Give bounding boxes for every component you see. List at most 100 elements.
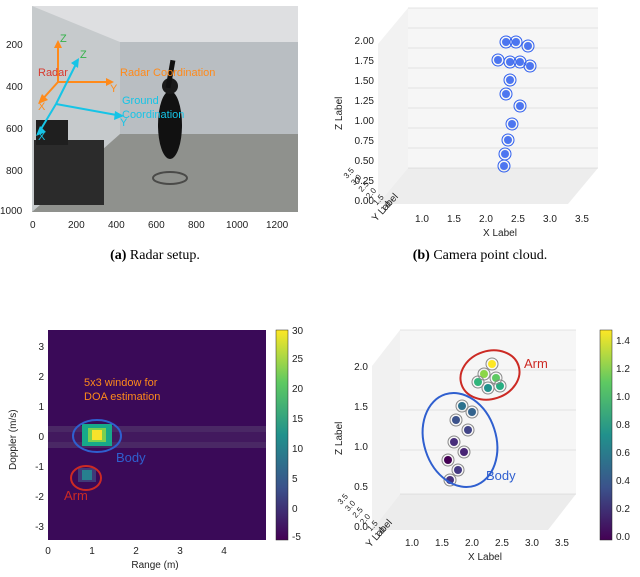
panel-a-yticks: 200 400 600 800 1000 (0, 40, 23, 217)
ann-window-1: 5x3 window for (84, 377, 158, 389)
panel-b: 0.00 0.25 0.50 0.75 1.00 1.25 1.50 1.75 … (330, 0, 630, 240)
svg-text:0.2: 0.2 (616, 504, 630, 515)
panel-d-cbar-ticks: 0.0 0.2 0.4 0.6 0.8 1.0 1.2 1.4 (616, 336, 630, 543)
panel-d-plot: Arm Body 0.0 0.5 1.0 1.5 2.0 Z Label 1.0… (330, 320, 640, 572)
svg-text:0.4: 0.4 (616, 476, 630, 487)
svg-text:4: 4 (221, 546, 227, 557)
svg-text:15: 15 (292, 414, 304, 425)
svg-text:-3: -3 (35, 522, 44, 533)
svg-text:0.6: 0.6 (616, 448, 630, 459)
panel-c-cbar-ticks: -5 0 5 10 15 20 25 30 (292, 326, 304, 543)
caption-a-text: Radar setup. (126, 248, 199, 263)
panel-b-zlabel: Z Label (334, 97, 345, 130)
svg-text:1.5: 1.5 (447, 214, 461, 225)
axis-z-orange: Z (60, 33, 67, 45)
panel-d-xticks: 1.0 1.5 2.0 2.5 3.0 3.5 (405, 538, 569, 549)
ann-body-d: Body (486, 468, 516, 483)
svg-text:10: 10 (292, 444, 304, 455)
svg-text:3.0: 3.0 (543, 214, 557, 225)
caption-b-bold: (b) (413, 248, 430, 263)
svg-text:5: 5 (292, 474, 298, 485)
caption-b-text: Camera point cloud. (430, 248, 547, 263)
svg-text:400: 400 (108, 220, 125, 231)
svg-text:1.0: 1.0 (354, 442, 368, 453)
svg-text:1.0: 1.0 (616, 392, 630, 403)
svg-text:1: 1 (89, 546, 95, 557)
svg-text:2.5: 2.5 (495, 538, 509, 549)
svg-text:3: 3 (177, 546, 183, 557)
ann-radar-coord: Radar Coordination (120, 67, 215, 79)
svg-text:600: 600 (148, 220, 165, 231)
svg-text:3.5: 3.5 (575, 214, 589, 225)
svg-text:0.75: 0.75 (355, 136, 375, 147)
panel-c-ylabel: Doppler (m/s) (8, 409, 19, 470)
svg-text:1.00: 1.00 (355, 116, 375, 127)
svg-text:20: 20 (292, 384, 304, 395)
svg-text:25: 25 (292, 354, 304, 365)
svg-text:2.0: 2.0 (354, 362, 368, 373)
svg-text:200: 200 (68, 220, 85, 231)
svg-text:-5: -5 (292, 532, 301, 543)
caption-b: (b) Camera point cloud. (330, 248, 630, 264)
ann-radar: Radar (38, 67, 68, 79)
panel-d: Arm Body 0.0 0.5 1.0 1.5 2.0 Z Label 1.0… (330, 320, 640, 572)
svg-text:1200: 1200 (266, 220, 289, 231)
svg-text:0: 0 (45, 546, 51, 557)
svg-text:0.8: 0.8 (616, 420, 630, 431)
svg-text:800: 800 (188, 220, 205, 231)
svg-text:2.00: 2.00 (355, 36, 375, 47)
svg-text:1.4: 1.4 (616, 336, 630, 347)
svg-text:3.5: 3.5 (555, 538, 569, 549)
panel-c-xticks: 0 1 2 3 4 (45, 546, 227, 557)
svg-text:30: 30 (292, 326, 304, 337)
ann-arm-d: Arm (524, 356, 548, 371)
panel-c: 5x3 window for DOA estimation Body Arm -… (0, 320, 310, 572)
svg-text:0: 0 (38, 432, 44, 443)
svg-text:200: 200 (6, 40, 23, 51)
svg-text:1: 1 (38, 402, 44, 413)
svg-text:1.2: 1.2 (616, 364, 630, 375)
caption-a: (a) Radar setup. (0, 248, 310, 264)
svg-text:2.0: 2.0 (465, 538, 479, 549)
panel-c-yticks: -3 -2 -1 0 1 2 3 (35, 342, 44, 533)
ann-window-2: DOA estimation (84, 391, 160, 403)
svg-text:1.0: 1.0 (415, 214, 429, 225)
svg-text:800: 800 (6, 166, 23, 177)
panel-b-xlabel: X Label (483, 228, 517, 239)
svg-text:1.5: 1.5 (435, 538, 449, 549)
svg-text:1000: 1000 (226, 220, 249, 231)
svg-text:0.50: 0.50 (355, 156, 375, 167)
axis-x-orange: X (38, 101, 46, 113)
ann-ground-coord2: Coordination (122, 109, 184, 121)
panel-c-plot: 5x3 window for DOA estimation Body Arm -… (0, 320, 310, 572)
ann-ground-coord1: Ground (122, 95, 159, 107)
svg-text:1000: 1000 (0, 206, 23, 217)
svg-text:2.0: 2.0 (479, 214, 493, 225)
panel-b-xticks: 1.0 1.5 2.0 2.5 3.0 3.5 (415, 214, 589, 225)
svg-text:2: 2 (38, 372, 44, 383)
svg-text:0: 0 (292, 504, 298, 515)
axis-z-cyan: Z (80, 49, 87, 61)
svg-text:400: 400 (6, 82, 23, 93)
svg-text:1.0: 1.0 (405, 538, 419, 549)
axis-y-cyan: Y (120, 117, 128, 129)
caption-a-bold: (a) (110, 248, 126, 263)
panel-d-zlabel: Z Label (334, 422, 345, 455)
ann-body-c: Body (116, 450, 146, 465)
svg-text:600: 600 (6, 124, 23, 135)
svg-text:-2: -2 (35, 492, 44, 503)
panel-a-plot: Radar Radar Coordination Ground Coordina… (0, 0, 310, 240)
panel-a-xticks: 0 200 400 600 800 1000 1200 (30, 220, 289, 231)
svg-text:2.5: 2.5 (511, 214, 525, 225)
svg-text:-1: -1 (35, 462, 44, 473)
panel-b-plot: 0.00 0.25 0.50 0.75 1.00 1.25 1.50 1.75 … (330, 0, 630, 240)
svg-text:1.50: 1.50 (355, 76, 375, 87)
svg-text:1.25: 1.25 (355, 96, 375, 107)
svg-text:0.5: 0.5 (354, 482, 368, 493)
svg-text:3: 3 (38, 342, 44, 353)
axis-y-orange: Y (110, 83, 118, 95)
panel-c-xlabel: Range (m) (131, 560, 178, 571)
svg-text:0: 0 (30, 220, 36, 231)
svg-text:3.0: 3.0 (525, 538, 539, 549)
svg-text:2: 2 (133, 546, 139, 557)
